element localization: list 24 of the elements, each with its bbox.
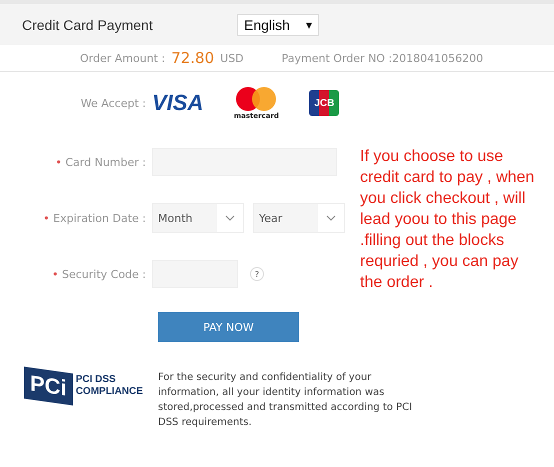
page-title: Credit Card Payment [22, 16, 154, 32]
required-mark: • [43, 212, 50, 224]
pci-compliance-text: PCI DSS COMPLIANCE [76, 374, 143, 398]
order-amount: 72.80 [171, 49, 214, 67]
instruction-note: If you choose to use credit card to pay , when you click checkout , will lead yoou to this page .filling out the blocks requried , you can pay the order . [360, 148, 534, 291]
currency: USD [220, 52, 244, 64]
accept-label: We Accept : [80, 96, 147, 110]
required-mark: • [52, 268, 58, 280]
help-icon[interactable]: ? [250, 267, 264, 281]
field-label: • Security Code : [50, 268, 147, 280]
field-label: • Expiration Date : [42, 212, 147, 224]
pci-logo: PCi [24, 366, 73, 406]
chevron-icon [225, 215, 235, 221]
required-mark: • [55, 156, 62, 168]
security-paragraph: For the security and confidentiality of your information, all your identity information was stored,processed and transmitted according to PCI DSS requirements. [158, 371, 412, 430]
select-field[interactable]: Year [253, 203, 345, 233]
order-number: Payment Order NO :2018041056200 [282, 52, 484, 64]
visa-logo: VISA [152, 90, 204, 116]
field-label: • Card Number : [54, 156, 147, 168]
pay-now-button[interactable]: PAY NOW [158, 312, 299, 342]
language-select[interactable]: English ▾ [237, 14, 319, 36]
select-field[interactable]: Month [152, 203, 244, 233]
amount-label: Order Amount : [80, 52, 166, 64]
chevron-icon [326, 215, 336, 221]
